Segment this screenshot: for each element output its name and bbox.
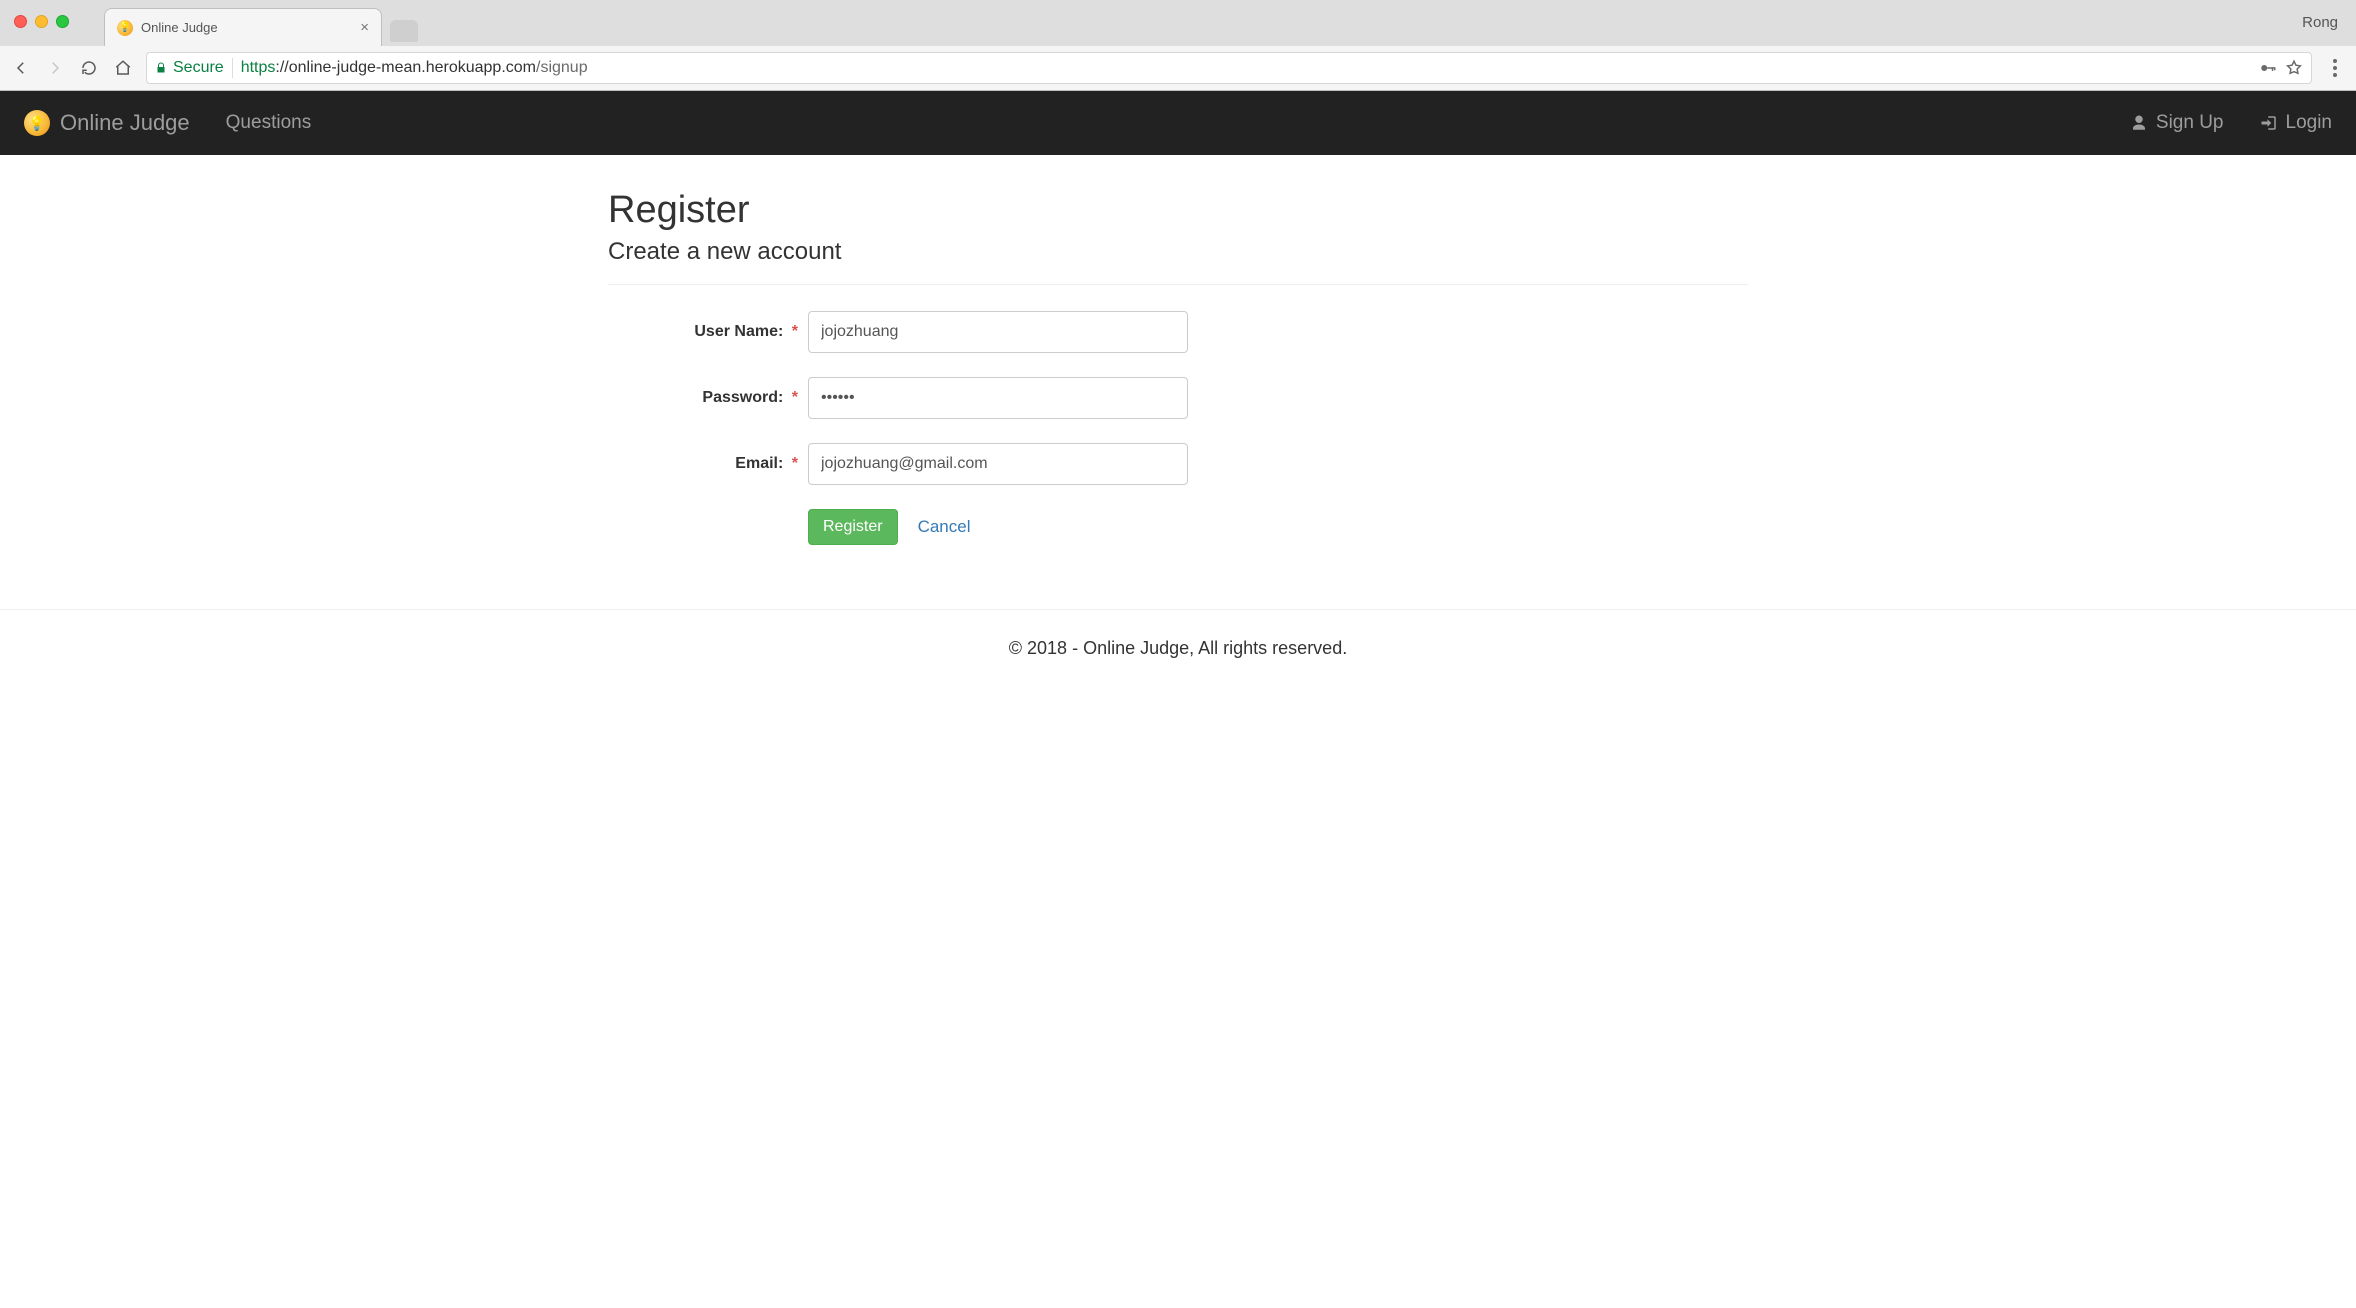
tab-favicon-icon: 💡	[117, 20, 133, 36]
window-controls	[14, 15, 69, 28]
home-button[interactable]	[112, 57, 134, 79]
page-title: Register	[608, 189, 1748, 232]
browser-tab[interactable]: 💡 Online Judge ×	[104, 8, 382, 46]
nav-login[interactable]: Login	[2260, 112, 2333, 134]
address-bar[interactable]: Secure https://online-judge-mean.herokua…	[146, 52, 2312, 84]
back-button[interactable]	[10, 57, 32, 79]
email-input[interactable]	[808, 443, 1188, 485]
window-close-icon[interactable]	[14, 15, 27, 28]
nav-signup-label: Sign Up	[2156, 112, 2224, 134]
footer: © 2018 - Online Judge, All rights reserv…	[0, 609, 2356, 687]
register-form: User Name: * Password: * Email: *	[608, 311, 1748, 545]
brand-text: Online Judge	[60, 110, 190, 136]
tab-close-icon[interactable]: ×	[360, 19, 369, 36]
browser-menu-icon[interactable]	[2324, 59, 2346, 77]
nav-login-label: Login	[2286, 112, 2333, 134]
cancel-link[interactable]: Cancel	[918, 517, 971, 537]
window-zoom-icon[interactable]	[56, 15, 69, 28]
page-container: Register Create a new account User Name:…	[593, 155, 1763, 585]
reload-button[interactable]	[78, 57, 100, 79]
new-tab-button[interactable]	[390, 20, 418, 42]
password-input[interactable]	[808, 377, 1188, 419]
login-icon	[2260, 114, 2278, 132]
url-path: /signup	[536, 59, 588, 76]
brand-logo-icon: 💡	[24, 110, 50, 136]
tab-title: Online Judge	[141, 20, 352, 35]
register-button[interactable]: Register	[808, 509, 898, 545]
tab-strip: 💡 Online Judge × Rong	[0, 0, 2356, 46]
required-marker: *	[792, 455, 798, 472]
nav-questions[interactable]: Questions	[226, 112, 312, 134]
forward-button[interactable]	[44, 57, 66, 79]
url-text: https://online-judge-mean.herokuapp.com/…	[241, 59, 2251, 77]
window-minimize-icon[interactable]	[35, 15, 48, 28]
nav-signup[interactable]: Sign Up	[2130, 112, 2224, 134]
user-icon	[2130, 114, 2148, 132]
username-label: User Name: *	[608, 323, 808, 341]
email-label: Email: *	[608, 455, 808, 473]
divider	[608, 284, 1748, 285]
star-icon[interactable]	[2285, 59, 2303, 77]
app-navbar: 💡 Online Judge Questions Sign Up Login	[0, 91, 2356, 155]
required-marker: *	[792, 323, 798, 340]
key-icon[interactable]	[2259, 59, 2277, 77]
secure-label: Secure	[173, 59, 224, 77]
page-subtitle: Create a new account	[608, 238, 1748, 266]
required-marker: *	[792, 389, 798, 406]
url-host: ://online-judge-mean.herokuapp.com	[275, 59, 536, 76]
separator	[232, 58, 233, 78]
toolbar: Secure https://online-judge-mean.herokua…	[0, 46, 2356, 90]
brand[interactable]: 💡 Online Judge	[24, 110, 190, 136]
browser-chrome: 💡 Online Judge × Rong Secure	[0, 0, 2356, 91]
username-input[interactable]	[808, 311, 1188, 353]
profile-name[interactable]: Rong	[2302, 14, 2338, 31]
lock-icon: Secure	[155, 59, 224, 77]
password-label: Password: *	[608, 389, 808, 407]
url-scheme: https	[241, 59, 276, 76]
footer-text: © 2018 - Online Judge, All rights reserv…	[1009, 638, 1347, 658]
